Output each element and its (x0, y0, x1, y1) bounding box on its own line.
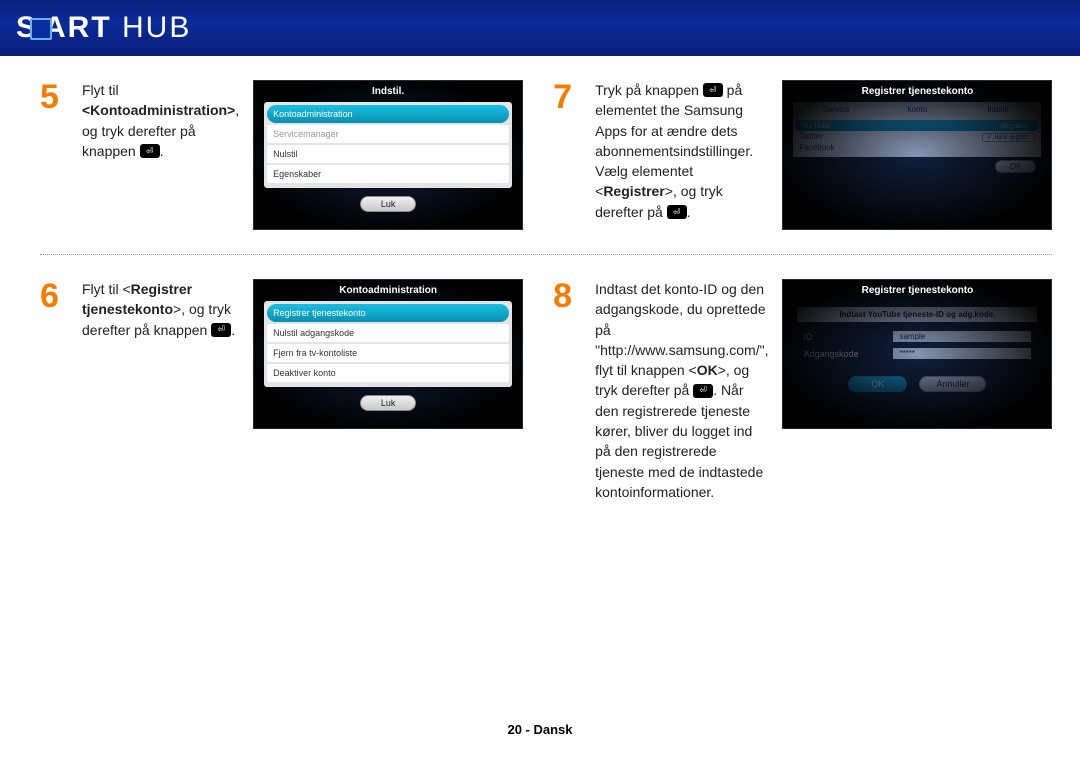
screenshot-kontoadministration: Kontoadministration Registrer tjenesteko… (253, 279, 523, 429)
password-label: Adgangskode (803, 349, 893, 359)
menu-item-servicemanager[interactable]: Servicemanager (267, 125, 509, 143)
step-5: 5 Flyt til <Kontoadministration>, og try… (40, 80, 523, 230)
registrer-pill[interactable]: Registrer (995, 122, 1035, 131)
menu-item-registrer[interactable]: Registrer tjenestekonto (267, 304, 509, 322)
ikke-registr-badge: ✓ Ikke registr. (982, 133, 1036, 142)
dialog-subtitle: Indtast YouTube tjeneste-ID og adg.kode. (797, 307, 1037, 322)
step-text: Tryk på knappen ⏎ på elementet the Samsu… (595, 80, 768, 222)
id-label: ID (803, 332, 893, 342)
dialog-title: Registrer tjenestekonto (783, 280, 1051, 299)
screenshot-indstil: Indstil. Kontoadministration Servicemana… (253, 80, 523, 230)
dialog-title: Kontoadministration (254, 280, 522, 299)
table-row[interactable]: Facebook (795, 142, 1039, 153)
step-text: Indtast det konto-ID og den adgangskode,… (595, 279, 768, 502)
menu-item-kontoadministration[interactable]: Kontoadministration (267, 105, 509, 123)
table-row[interactable]: Twitter ✓ Ikke registr. (795, 131, 1039, 142)
screenshot-indtast-id: Registrer tjenestekonto Indtast YouTube … (782, 279, 1052, 429)
ok-button[interactable]: OK (848, 376, 907, 392)
divider (40, 254, 1052, 255)
menu-item-deaktiver[interactable]: Deaktiver konto (267, 364, 509, 382)
step-6: 6 Flyt til <Registrer tjenestekonto>, og… (40, 279, 523, 502)
step-number: 7 (553, 80, 581, 114)
id-field-row: ID sample (783, 328, 1051, 345)
page-title: SART HUB (16, 11, 191, 45)
enter-button-icon: ⏎ (667, 205, 687, 219)
dialog-title: Indstil. (254, 81, 522, 100)
table-header: Service konto Indstil. (793, 102, 1041, 117)
ok-button[interactable]: OK (995, 160, 1037, 173)
step-7: 7 Tryk på knappen ⏎ på elementet the Sam… (553, 80, 1052, 230)
step-number: 5 (40, 80, 68, 114)
enter-button-icon: ⏎ (703, 83, 723, 97)
step-number: 8 (553, 279, 581, 313)
enter-button-icon: ⏎ (693, 384, 713, 398)
password-value[interactable]: ***** (893, 348, 1031, 359)
password-field-row: Adgangskode ***** (783, 345, 1051, 362)
annuller-button[interactable]: Annuller (919, 376, 986, 392)
step-text: Flyt til <Registrer tjenestekonto>, og t… (82, 279, 239, 340)
step-number: 6 (40, 279, 68, 313)
menu-item-egenskaber[interactable]: Egenskaber (267, 165, 509, 183)
luk-button[interactable]: Luk (360, 196, 417, 212)
enter-button-icon: ⏎ (211, 323, 231, 337)
menu-list: Kontoadministration Servicemanager Nulst… (264, 102, 512, 188)
enter-button-icon: ⏎ (140, 144, 160, 158)
screenshot-registrer-tjenestekonto: Registrer tjenestekonto Service konto In… (782, 80, 1052, 230)
menu-item-fjern[interactable]: Fjern fra tv-kontoliste (267, 344, 509, 362)
step-8: 8 Indtast det konto-ID og den adgangskod… (553, 279, 1052, 502)
table-row[interactable]: YouTube Registrer (795, 120, 1039, 131)
luk-button[interactable]: Luk (360, 395, 417, 411)
logo-block-icon (30, 18, 52, 40)
menu-list: Registrer tjenestekonto Nulstil adgangsk… (264, 301, 512, 387)
step-text: Flyt til <Kontoadministration>, og tryk … (82, 80, 239, 161)
service-table: YouTube Registrer Twitter ✓ Ikke registr… (793, 117, 1041, 157)
dialog-title: Registrer tjenestekonto (783, 81, 1051, 100)
page-header: SART HUB (0, 0, 1080, 56)
page-footer: 20 - Dansk (0, 722, 1080, 737)
menu-item-nulstil[interactable]: Nulstil (267, 145, 509, 163)
menu-item-nulstil-adgang[interactable]: Nulstil adgangskode (267, 324, 509, 342)
id-value[interactable]: sample (893, 331, 1031, 342)
